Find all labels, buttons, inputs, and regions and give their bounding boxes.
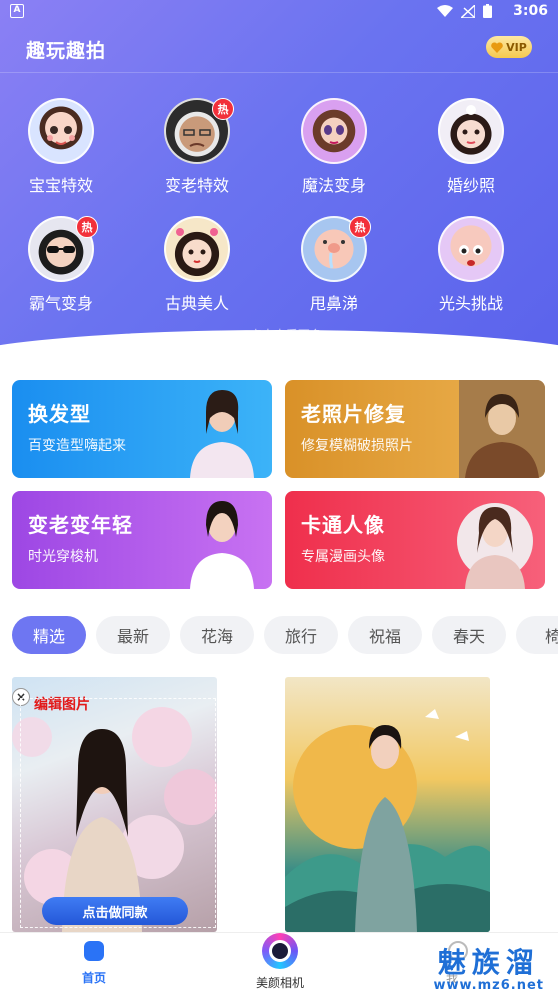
effect-label: 魔法变身 — [301, 176, 366, 195]
battery-icon — [483, 4, 492, 18]
card-title: 卡通人像 — [301, 513, 385, 537]
signal-off-icon — [461, 4, 475, 18]
magic-face-icon — [324, 125, 344, 144]
watermark-url: www.mz6.net — [433, 978, 544, 992]
status-icons — [437, 4, 492, 18]
magic-avatar — [301, 98, 367, 164]
app-notification-icon: A — [10, 4, 24, 18]
heart-icon — [491, 41, 503, 53]
chevron-down-icon: ⌄ — [236, 328, 250, 342]
effect-label: 宝宝特效 — [28, 176, 93, 195]
watermark: 魅族溜 www.mz6.net — [433, 948, 544, 992]
category-tabs: 精选 最新 花海 旅行 祝福 春天 椅 — [12, 616, 558, 656]
bride-face-icon — [462, 105, 480, 144]
effect-snot[interactable]: 热 甩鼻涕 — [274, 216, 394, 314]
effect-label: 光头挑战 — [438, 294, 503, 313]
lady-portrait-icon — [457, 503, 533, 589]
card-subtitle: 百变造型嗨起来 — [28, 438, 126, 454]
card-cartoon-portrait[interactable]: 卡通人像 专属漫画头像 — [285, 491, 545, 589]
wedding-avatar — [438, 98, 504, 164]
nav-beauty-camera[interactable]: 美颜相机 — [244, 933, 316, 991]
card-old-photo-repair[interactable]: 老照片修复 修复模糊破损照片 — [285, 380, 545, 478]
show-more-link[interactable]: ⌄ 点击查看更多 — [0, 326, 558, 343]
snot-avatar: 热 — [301, 216, 371, 282]
tab-flowers[interactable]: 花海 — [180, 616, 254, 654]
home-icon — [84, 941, 104, 961]
edit-selection-frame — [20, 698, 216, 928]
hero-panel: A 3:06 趣玩趣拍 VIP 宝宝特效 热 变老特效 魔法变身 婚纱照 热 霸… — [0, 0, 558, 356]
card-title: 变老变年轻 — [28, 513, 133, 537]
page-title: 趣玩趣拍 — [26, 40, 107, 62]
effect-wedding[interactable]: 婚纱照 — [411, 98, 531, 196]
nav-camera-label: 美颜相机 — [255, 976, 304, 990]
effect-aging[interactable]: 热 变老特效 — [137, 98, 257, 196]
card-title: 老照片修复 — [301, 402, 406, 426]
baby-face-icon — [47, 126, 75, 145]
nav-home[interactable]: 首页 — [60, 941, 128, 986]
old-photo-icon — [459, 380, 545, 478]
effect-label: 婚纱照 — [446, 176, 495, 195]
card-subtitle: 时光穿梭机 — [28, 549, 98, 565]
card-subtitle: 专属漫画头像 — [301, 549, 385, 565]
classic-face-icon — [176, 228, 218, 263]
effect-magic[interactable]: 魔法变身 — [274, 98, 394, 196]
vip-label: VIP — [506, 40, 527, 54]
effect-classic[interactable]: 古典美人 — [137, 216, 257, 314]
watermark-text: 魅族溜 — [437, 946, 540, 979]
tab-travel[interactable]: 旅行 — [264, 616, 338, 654]
effect-label: 古典美人 — [164, 294, 229, 313]
card-hairstyle[interactable]: 换发型 百变造型嗨起来 — [12, 380, 272, 478]
tab-more[interactable]: 椅 — [516, 616, 558, 654]
effect-label: 变老特效 — [164, 176, 229, 195]
card-age-change[interactable]: 变老变年轻 时光穿梭机 — [12, 491, 272, 589]
status-time: 3:06 — [513, 3, 548, 19]
camera-lens-icon — [262, 933, 298, 969]
tab-latest[interactable]: 最新 — [96, 616, 170, 654]
hot-badge: 热 — [76, 216, 98, 238]
baby-avatar — [28, 98, 94, 164]
hot-badge: 热 — [212, 98, 234, 120]
tab-featured[interactable]: 精选 — [12, 616, 86, 654]
wifi-icon — [437, 5, 453, 17]
woman-portrait-icon — [190, 390, 254, 478]
card-subtitle: 修复模糊破损照片 — [301, 438, 413, 454]
classic-avatar — [164, 216, 230, 282]
vip-button[interactable]: VIP — [486, 36, 532, 58]
card-title: 换发型 — [28, 402, 91, 426]
effect-cool[interactable]: 热 霸气变身 — [1, 216, 121, 314]
tab-spring[interactable]: 春天 — [432, 616, 506, 654]
qipao-art-image — [285, 709, 490, 932]
show-more-label: 点击查看更多 — [249, 328, 322, 342]
status-bar: A 3:06 — [0, 0, 558, 24]
bald-face-icon — [459, 245, 483, 266]
template-photo-qipao[interactable] — [285, 677, 490, 932]
make-same-button[interactable]: 点击做同款 — [42, 897, 188, 925]
effect-label: 甩鼻涕 — [309, 294, 358, 313]
bald-avatar — [438, 216, 504, 282]
effect-baby[interactable]: 宝宝特效 — [1, 98, 121, 196]
cool-avatar: 热 — [28, 216, 98, 282]
girl-portrait-icon — [190, 501, 254, 589]
hot-badge: 热 — [349, 216, 371, 238]
hero-divider — [0, 72, 558, 73]
effect-bald[interactable]: 光头挑战 — [411, 216, 531, 314]
tab-blessing[interactable]: 祝福 — [348, 616, 422, 654]
nav-home-label: 首页 — [81, 971, 106, 985]
effect-label: 霸气变身 — [28, 294, 93, 313]
aging-avatar: 热 — [164, 98, 234, 164]
